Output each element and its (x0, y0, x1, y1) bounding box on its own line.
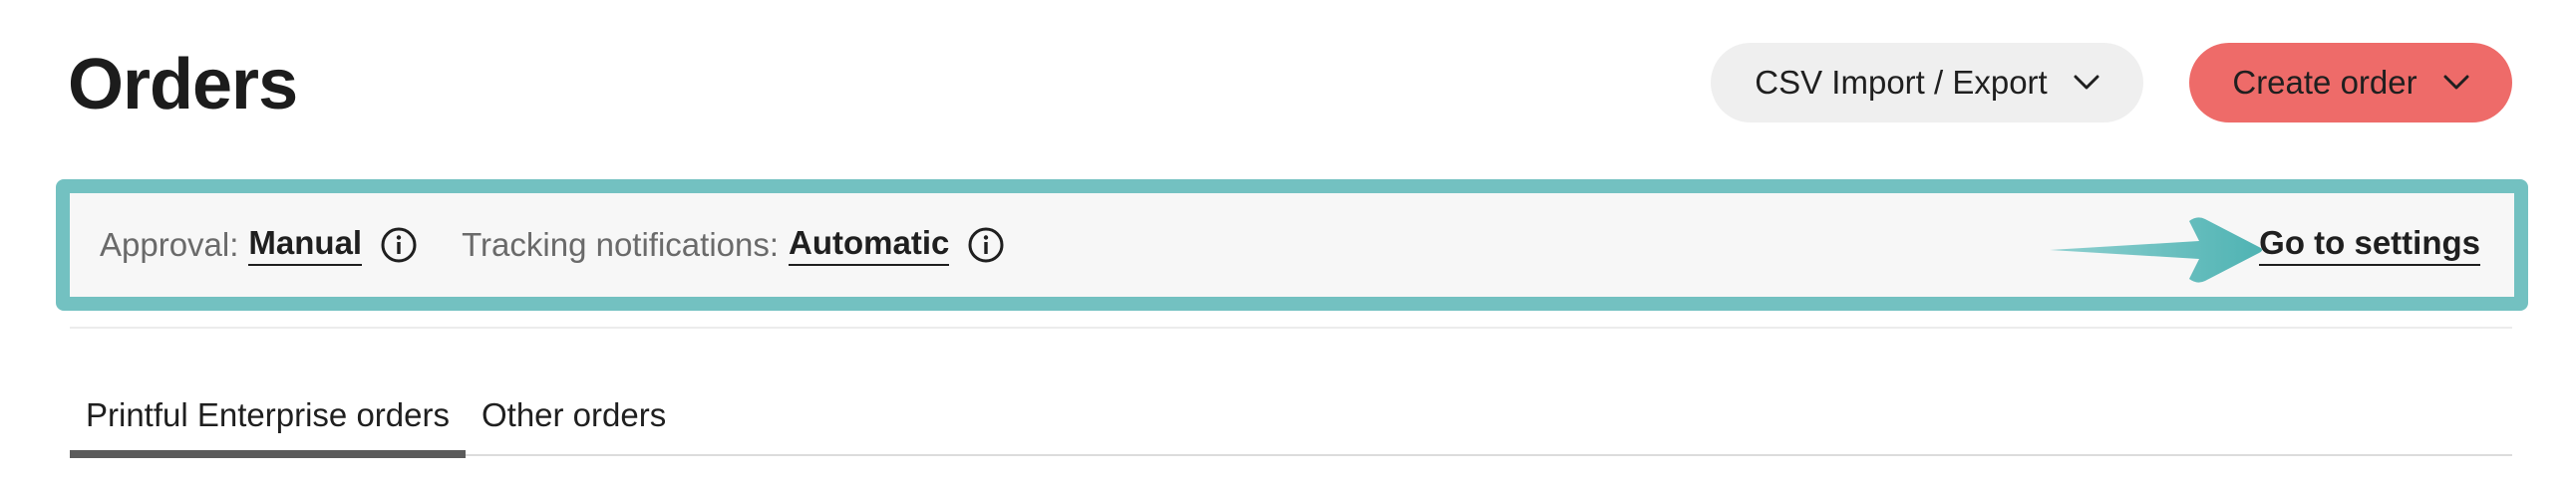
tracking-label: Tracking notifications: (462, 226, 780, 263)
go-to-settings-link[interactable]: Go to settings (2259, 193, 2480, 297)
page-title: Orders (68, 45, 298, 124)
orders-page: Orders CSV Import / Export Create order … (0, 0, 2576, 485)
approval-info-icon[interactable] (380, 226, 418, 264)
create-order-button[interactable]: Create order (2189, 43, 2512, 122)
tracking-info-icon[interactable] (967, 226, 1005, 264)
csv-import-export-button[interactable]: CSV Import / Export (1711, 43, 2143, 122)
create-order-label: Create order (2232, 64, 2417, 101)
go-to-settings-label: Go to settings (2259, 224, 2480, 266)
approval-value[interactable]: Manual (248, 224, 363, 266)
chevron-down-icon (2074, 75, 2099, 91)
order-tabs: Printful Enterprise orders Other orders (70, 388, 2512, 458)
settings-summary: Approval: Manual Tracking notifications:… (100, 193, 1005, 297)
csv-import-export-label: CSV Import / Export (1755, 64, 2048, 101)
tab-printful-enterprise-orders[interactable]: Printful Enterprise orders (70, 388, 466, 458)
divider (70, 327, 2512, 329)
tab-other-orders[interactable]: Other orders (466, 388, 682, 456)
tracking-value[interactable]: Automatic (789, 224, 950, 266)
chevron-down-icon (2443, 75, 2469, 91)
order-settings-bar: Approval: Manual Tracking notifications:… (56, 179, 2528, 311)
approval-label: Approval: (100, 226, 239, 263)
